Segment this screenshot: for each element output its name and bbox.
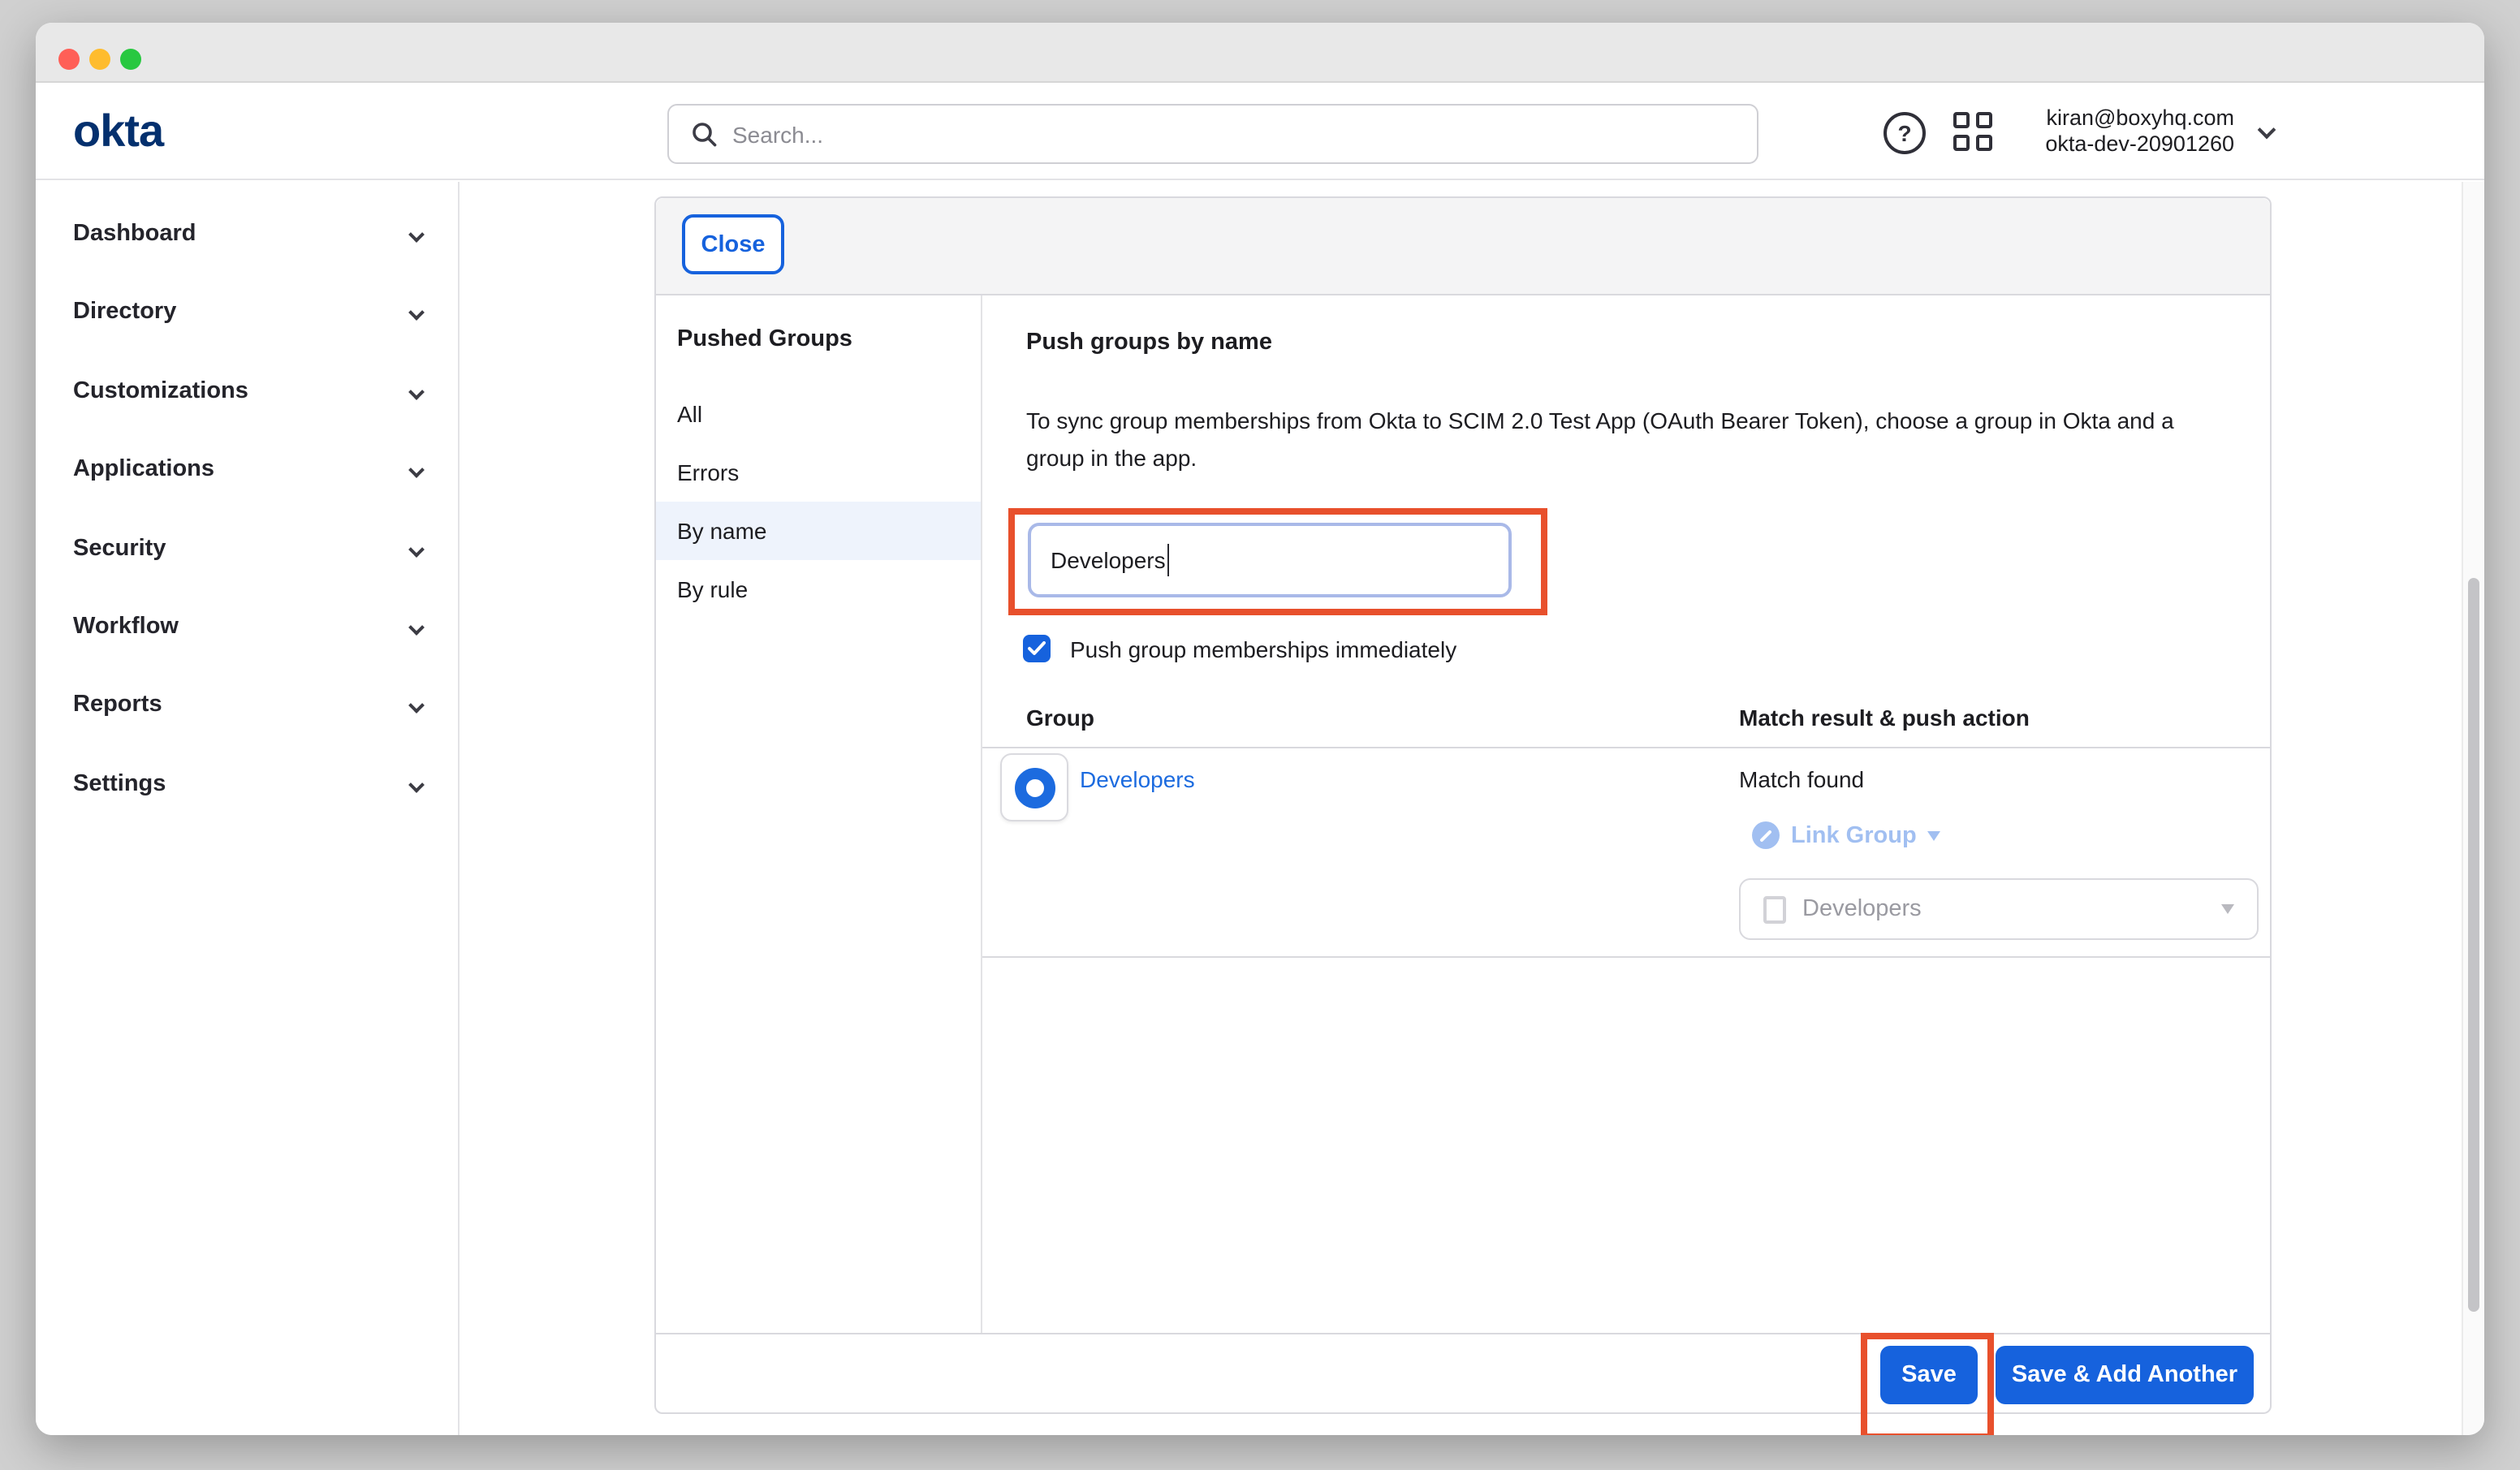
subnav-item-by-rule[interactable]: By rule	[656, 560, 981, 619]
table-row-divider	[982, 956, 2272, 958]
chevron-down-icon[interactable]	[2258, 121, 2276, 140]
sidebar-item-label: Customizations	[73, 378, 248, 404]
search-placeholder: Search...	[732, 121, 823, 147]
chevron-down-icon	[408, 461, 425, 477]
app-group-select-value: Developers	[1802, 896, 2221, 922]
app-group-select[interactable]: Developers	[1739, 878, 2259, 940]
panel-header: Close	[656, 198, 2270, 295]
sidebar-item-label: Settings	[73, 771, 166, 797]
sidebar: Dashboard Directory Customizations Appli…	[36, 182, 460, 1435]
account-menu[interactable]: kiran@boxyhq.com okta-dev-20901260	[1984, 106, 2234, 157]
grid-square	[1953, 112, 1970, 128]
sidebar-item-label: Workflow	[73, 614, 179, 640]
chevron-down-icon	[408, 776, 425, 792]
footer-divider	[656, 1333, 2272, 1334]
push-immediately-checkbox[interactable]	[1023, 635, 1051, 662]
form-heading: Push groups by name	[1026, 330, 1272, 356]
sidebar-item-settings[interactable]: Settings	[73, 766, 422, 802]
chevron-down-icon	[408, 619, 425, 635]
help-icon[interactable]: ?	[1884, 112, 1926, 154]
group-name-input[interactable]: Developers	[1028, 523, 1512, 597]
link-group-label: Link Group	[1791, 822, 1917, 848]
search-icon	[692, 121, 718, 147]
chevron-down-icon	[408, 304, 425, 320]
minimize-window-button[interactable]	[89, 49, 110, 70]
close-window-button[interactable]	[58, 49, 80, 70]
account-email: kiran@boxyhq.com	[1984, 106, 2234, 131]
link-group-button[interactable]: Link Group	[1752, 821, 1941, 849]
sidebar-item-label: Directory	[73, 299, 176, 325]
sidebar-item-directory[interactable]: Directory	[73, 294, 422, 330]
close-button[interactable]: Close	[682, 214, 784, 274]
group-name-input-value: Developers	[1051, 547, 1166, 573]
sidebar-item-applications[interactable]: Applications	[73, 451, 422, 487]
group-name-link[interactable]: Developers	[1080, 766, 1195, 792]
maximize-window-button[interactable]	[120, 49, 141, 70]
table-header-divider	[982, 747, 2272, 748]
dropdown-arrow-icon	[1928, 830, 1941, 840]
dropdown-arrow-icon	[2221, 904, 2234, 914]
scrollbar-track[interactable]	[2462, 182, 2484, 1435]
sidebar-item-label: Security	[73, 536, 166, 562]
app-header: okta Search... ? kiran@boxyhq.com okta-d…	[36, 84, 2484, 180]
subnav-item-all[interactable]: All	[656, 385, 981, 443]
chevron-down-icon	[408, 696, 425, 713]
sidebar-item-customizations[interactable]: Customizations	[73, 373, 422, 409]
sidebar-item-workflow[interactable]: Workflow	[73, 609, 422, 644]
group-placeholder-icon	[1763, 895, 1786, 923]
checkbox-check-icon	[1028, 641, 1046, 656]
annotation-box-save	[1861, 1333, 1994, 1435]
sidebar-item-label: Reports	[73, 692, 162, 718]
form-description: To sync group memberships from Okta to S…	[1026, 403, 2236, 477]
subnav-item-by-name[interactable]: By name	[656, 502, 981, 560]
link-icon	[1752, 821, 1780, 849]
desktop: okta Search... ? kiran@boxyhq.com okta-d…	[0, 0, 2520, 1470]
sidebar-item-security[interactable]: Security	[73, 531, 422, 567]
save-add-another-button[interactable]: Save & Add Another	[1996, 1346, 2254, 1404]
okta-logo: okta	[73, 106, 163, 157]
column-header-match: Match result & push action	[1739, 705, 2030, 731]
window-title-bar	[36, 23, 2484, 83]
chevron-down-icon	[408, 383, 425, 399]
group-icon	[1000, 753, 1068, 821]
account-org: okta-dev-20901260	[1984, 131, 2234, 157]
sidebar-item-dashboard[interactable]: Dashboard	[73, 216, 422, 252]
push-immediately-label: Push group memberships immediately	[1070, 636, 1456, 662]
match-status: Match found	[1739, 766, 1864, 792]
okta-group-icon	[1014, 767, 1055, 808]
search-input[interactable]: Search...	[667, 104, 1758, 164]
chevron-down-icon	[408, 226, 425, 242]
text-caret	[1167, 544, 1170, 576]
scrollbar-thumb[interactable]	[2468, 578, 2479, 1312]
sidebar-item-label: Dashboard	[73, 221, 196, 247]
sidebar-item-label: Applications	[73, 456, 214, 482]
column-header-group: Group	[1026, 705, 1094, 731]
pushed-groups-panel: Close Pushed Groups All Errors By name B…	[654, 196, 2272, 1414]
browser-window: okta Search... ? kiran@boxyhq.com okta-d…	[36, 23, 2484, 1435]
subnav-divider	[981, 295, 982, 1333]
sidebar-item-reports[interactable]: Reports	[73, 687, 422, 722]
subnav-item-errors[interactable]: Errors	[656, 443, 981, 502]
subnav-title: Pushed Groups	[677, 326, 852, 352]
chevron-down-icon	[408, 541, 425, 557]
grid-square	[1953, 135, 1970, 151]
